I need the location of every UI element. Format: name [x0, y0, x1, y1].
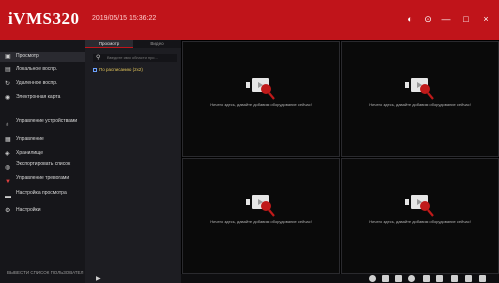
sequence-icon[interactable]: [451, 275, 458, 282]
sidebar-item-label: Хранилище: [16, 150, 43, 156]
sidebar-item-label: Просмотр: [16, 53, 39, 59]
sidebar-item-management[interactable]: ▦ Управление: [0, 135, 85, 145]
help-icon[interactable]: ⊙: [421, 12, 435, 26]
sidebar-item-label: Удаленное воспр.: [16, 80, 58, 86]
no-camera-icon: [246, 195, 275, 217]
sidebar-item-local-playback[interactable]: ▤ Локальное воспр.: [0, 65, 85, 75]
remote-playback-icon: ↻: [5, 81, 11, 87]
expand-icon[interactable]: [479, 275, 486, 282]
snapshot-icon[interactable]: [382, 275, 389, 282]
map-icon: ◉: [5, 95, 11, 101]
local-playback-icon: ▤: [5, 67, 11, 73]
logout-link[interactable]: ВЫВЕСТИ СПИСОК ПОЛЬЗОВАТЕЛ: [7, 270, 83, 275]
sidebar-item-live-view[interactable]: ▣ Просмотр: [0, 52, 85, 62]
empty-message: Ничего здесь, давайте добавим оборудован…: [369, 102, 471, 107]
sidebar-item-settings[interactable]: ⚙ Настройки: [0, 206, 85, 216]
tab-live-view[interactable]: Просмотр: [85, 40, 133, 48]
video-cell[interactable]: Ничего здесь, давайте добавим оборудован…: [182, 158, 340, 274]
export-icon: ◍: [5, 165, 11, 171]
group-icon: [93, 67, 97, 72]
sidebar-item-storage[interactable]: ◈ Хранилище: [0, 149, 85, 159]
sidebar-item-label: Электронная карта: [16, 94, 61, 100]
search-placeholder: Введите имя области про...: [107, 55, 158, 60]
device-icon: ♁: [5, 122, 10, 128]
layout-2x2-icon[interactable]: [423, 275, 430, 282]
sidebar-item-label: Настройки: [16, 207, 41, 213]
tab-video[interactable]: Видео: [133, 40, 181, 48]
storage-icon: ◈: [5, 151, 10, 157]
alarm-icon: ▼: [5, 179, 11, 185]
close-button[interactable]: ×: [479, 12, 493, 26]
sidebar-item-label: Локальное воспр.: [16, 66, 58, 72]
minimize-button[interactable]: —: [439, 12, 453, 26]
empty-message: Ничего здесь, давайте добавим оборудован…: [369, 219, 471, 224]
empty-message: Ничего здесь, давайте добавим оборудован…: [210, 219, 312, 224]
sidebar-item-view-settings[interactable]: ▬ Настройка просмотра: [0, 190, 85, 204]
sidebar-item-label: Экспортировать список: [16, 161, 71, 167]
video-cell[interactable]: Ничего здесь, давайте добавим оборудован…: [341, 41, 499, 157]
title-bar: iVMS320 2019/05/15 15:36:22 ◐ ⊙ — □ ×: [0, 0, 499, 40]
manage-icon: ▦: [5, 137, 11, 143]
video-cell[interactable]: Ничего здесь, давайте добавим оборудован…: [182, 41, 340, 157]
record-icon[interactable]: [369, 275, 376, 282]
app-logo: iVMS320: [8, 9, 80, 28]
theme-icon[interactable]: ◐: [403, 12, 417, 26]
layout-custom-icon[interactable]: [436, 275, 443, 282]
sidebar-item-label: Управление: [16, 136, 44, 142]
device-panel: Просмотр Видео ⚲ Введите имя области про…: [85, 40, 181, 283]
bottom-toolbar: ▶: [96, 274, 499, 283]
play-icon[interactable]: ▶: [96, 275, 101, 282]
sidebar-item-export-list[interactable]: ◍ Экспортировать список: [0, 161, 85, 175]
sidebar-item-label: Настройка просмотра: [16, 190, 67, 196]
view-settings-icon: ▬: [5, 194, 11, 200]
fullscreen-icon[interactable]: [465, 275, 472, 282]
sidebar-item-device-management[interactable]: ♁ Управление устройствами: [0, 118, 85, 132]
sidebar-item-label: Управление тревогами: [16, 175, 70, 181]
settings-icon: ⚙: [5, 208, 11, 214]
no-camera-icon: [405, 195, 434, 217]
sidebar-item-alarm-management[interactable]: ▼ Управление тревогами: [0, 175, 85, 189]
sidebar-item-remote-playback[interactable]: ↻ Удаленное воспр.: [0, 79, 85, 89]
video-cell[interactable]: Ничего здесь, давайте добавим оборудован…: [341, 158, 499, 274]
search-icon: ⚲: [96, 55, 101, 61]
no-camera-icon: [405, 78, 434, 100]
stop-all-icon[interactable]: [395, 275, 402, 282]
sidebar-item-emap[interactable]: ◉ Электронная карта: [0, 93, 85, 103]
maximize-button[interactable]: □: [459, 12, 473, 26]
tree-item[interactable]: По расписанию (2x2): [93, 67, 143, 72]
sidebar: ▣ Просмотр ▤ Локальное воспр. ↻ Удаленно…: [0, 40, 85, 283]
datetime: 2019/05/15 15:36:22: [92, 15, 157, 22]
empty-message: Ничего здесь, давайте добавим оборудован…: [210, 102, 312, 107]
video-grid: Ничего здесь, давайте добавим оборудован…: [181, 40, 499, 274]
no-camera-icon: [246, 78, 275, 100]
monitor-icon: ▣: [5, 54, 11, 60]
sidebar-item-label: Управление устройствами: [16, 118, 78, 124]
tree-item-label: По расписанию (2x2): [99, 67, 143, 72]
volume-icon[interactable]: [408, 275, 415, 282]
search-input[interactable]: ⚲ Введите имя области про...: [93, 54, 177, 62]
